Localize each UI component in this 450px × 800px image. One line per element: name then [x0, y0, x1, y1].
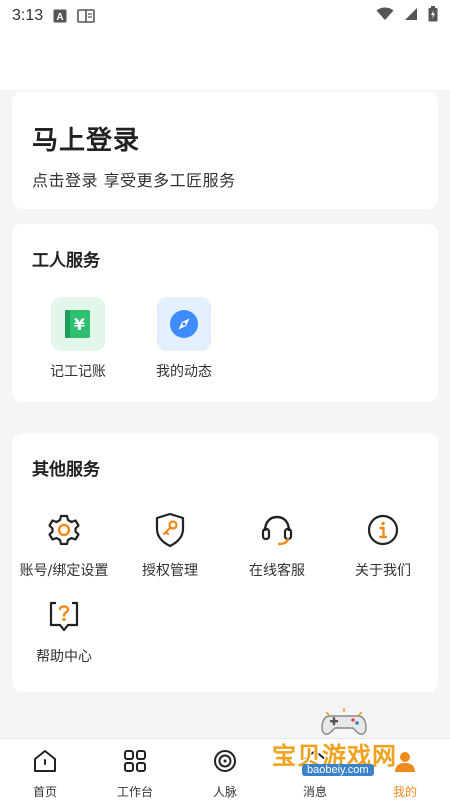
nav-item-workbench[interactable]: 工作台: [90, 739, 180, 800]
home-icon: [32, 748, 58, 778]
compass-icon: [157, 297, 211, 351]
service-item-account-settings[interactable]: 账号/绑定设置: [11, 510, 117, 580]
signal-icon: [404, 7, 418, 25]
grid-icon: [122, 748, 148, 778]
service-item-about-us[interactable]: 关于我们: [330, 510, 436, 580]
service-item-work-ledger[interactable]: ¥ 记工记账: [25, 297, 131, 381]
service-item-label: 账号/绑定设置: [19, 563, 109, 579]
worker-services-title: 工人服务: [32, 251, 100, 271]
nav-label: 消息: [302, 785, 327, 799]
header-area: [0, 32, 450, 90]
service-item-label: 我的动态: [156, 364, 212, 380]
service-item-my-activity[interactable]: 我的动态: [131, 297, 237, 381]
service-item-label: 记工记账: [50, 364, 106, 380]
gear-icon: [44, 510, 84, 550]
nav-item-home[interactable]: 首页: [0, 739, 90, 800]
bottom-nav: 首页 工作台 人脉 消息 我的: [0, 738, 450, 800]
login-subtitle: 点击登录 享受更多工匠服务: [32, 171, 236, 190]
profile-icon: [392, 748, 418, 778]
nav-item-profile[interactable]: 我的: [360, 739, 450, 800]
reader-icon: [77, 9, 95, 23]
login-card[interactable]: 马上登录 点击登录 享受更多工匠服务: [12, 92, 438, 209]
battery-icon: [428, 6, 438, 26]
other-services-card: 其他服务 账号/绑定设置 授权管理 在线客服 关于我们 帮助中心: [12, 433, 438, 692]
message-icon: [302, 748, 328, 778]
nav-item-contacts[interactable]: 人脉: [180, 739, 270, 800]
contacts-icon: [212, 748, 238, 778]
svg-text:A: A: [57, 12, 64, 23]
status-bar: 3:13 A: [0, 0, 450, 32]
service-item-online-support[interactable]: 在线客服: [224, 510, 330, 580]
worker-services-card: 工人服务 ¥ 记工记账 我的动态: [12, 224, 438, 402]
nav-label: 首页: [32, 785, 57, 799]
headset-icon: [257, 510, 297, 550]
keyboard-a-icon: A: [53, 9, 67, 23]
nav-label: 我的: [392, 785, 417, 799]
info-icon: [363, 510, 403, 550]
help-icon: [44, 596, 84, 636]
login-title[interactable]: 马上登录: [32, 120, 418, 157]
service-item-label: 帮助中心: [36, 649, 92, 665]
svg-text:¥: ¥: [74, 315, 85, 334]
nav-label: 人脉: [212, 785, 237, 799]
nav-label: 工作台: [116, 785, 153, 799]
service-item-label: 授权管理: [142, 563, 198, 579]
shield-key-icon: [150, 510, 190, 550]
status-time: 3:13: [12, 7, 44, 24]
service-item-help-center[interactable]: 帮助中心: [11, 596, 117, 666]
other-services-title: 其他服务: [32, 460, 100, 480]
yuan-ledger-icon: ¥: [51, 297, 105, 351]
gamepad-icon: [320, 708, 368, 742]
wifi-icon: [376, 7, 394, 25]
service-item-authorization[interactable]: 授权管理: [117, 510, 223, 580]
nav-item-messages[interactable]: 消息: [270, 739, 360, 800]
service-item-label: 关于我们: [355, 563, 411, 579]
service-item-label: 在线客服: [249, 563, 305, 579]
